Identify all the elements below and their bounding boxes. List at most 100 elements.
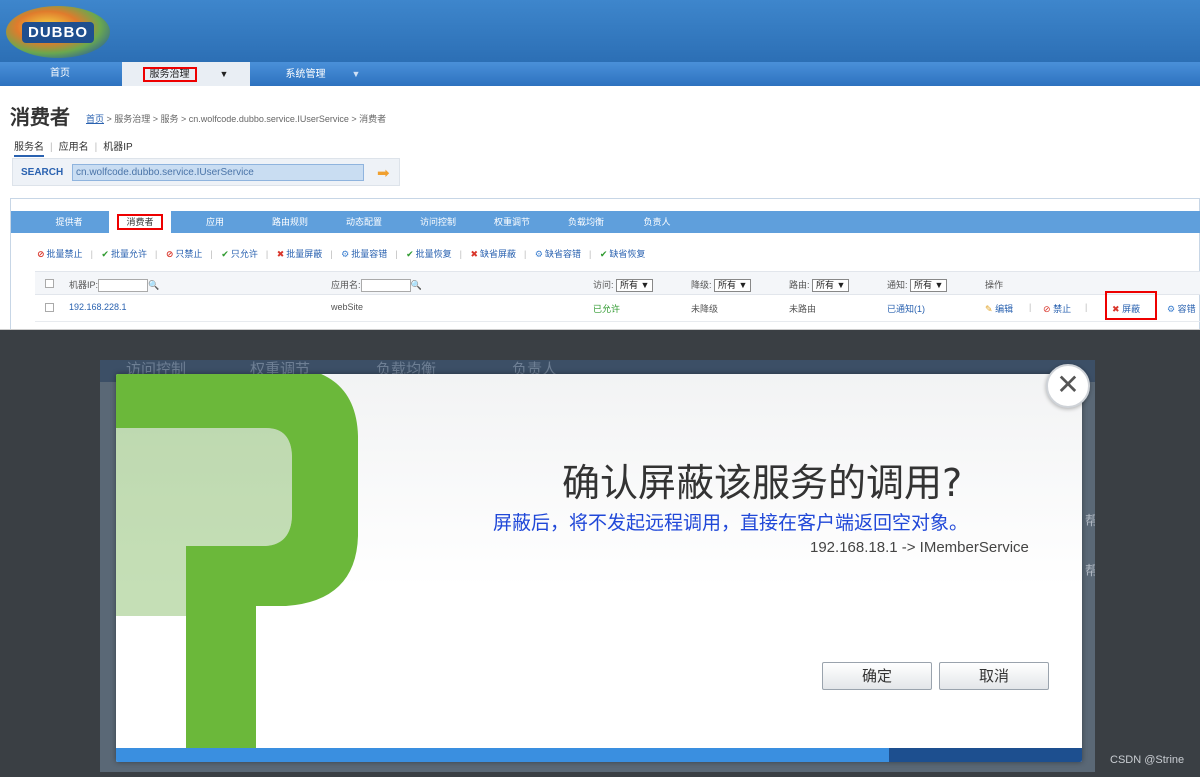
search-icon[interactable]: 🔍 [148,280,159,290]
gear-icon: ⚙ [1167,304,1176,314]
tab-owner[interactable]: 负责人 [629,211,685,233]
access-filter: 访问: 所有 ▼ [593,278,654,293]
check-icon: ✔ [599,249,608,259]
default-block-button[interactable]: ✖ 缺省屏蔽 [470,247,516,260]
batch-block-button[interactable]: ✖ 批量屏蔽 [277,247,323,260]
degrade-select[interactable]: 所有 ▼ [714,279,752,293]
search-type-tabs: 服务名 | 应用名 | 机器IP [14,138,133,157]
check-icon: ✔ [101,249,109,259]
search-bar: SEARCH ➡ [12,158,400,186]
search-label: SEARCH [21,167,64,178]
table-row: 192.168.228.1 webSite 已允许 未降级 未路由 已通知(1)… [35,291,1200,322]
row-degrade-status: 未降级 [691,304,719,314]
chevron-down-icon: ▼ [219,69,229,79]
batch-actions: ⊘ 批量禁止 | ✔ 批量允许 | ⊘ 只禁止 | ✔ 只允许 | ✖ 批量屏蔽 | ⚙ 批量容错 | … [37,247,646,260]
nav-service-governance-label: 服务治理 [142,67,197,82]
nav-home[interactable]: 首页 [0,62,120,86]
breadcrumb-path: > 服务治理 > 服务 > cn.wolfcode.dubbo.service.… [104,114,387,124]
arrow-right-icon[interactable]: ➡ [377,164,390,182]
route-select[interactable]: 所有 ▼ [812,279,850,293]
nav-service-governance[interactable]: 服务治理 ▼ [122,62,250,86]
confirm-dialog-screenshot: 访问控制 权重调节 负载均衡 负责人 帮 帮 确认屏蔽该服务的调用? 屏蔽后，将… [100,360,1095,772]
tab-routing-rules[interactable]: 路由规则 [259,211,321,233]
table-header: 机器IP: 🔍 应用名: 🔍 访问: 所有 ▼ 降级: 所有 ▼ 路由: 所有 ▼ … [35,271,1200,295]
row-route-status: 未路由 [789,304,817,314]
confirm-dialog: 确认屏蔽该服务的调用? 屏蔽后，将不发起远程调用，直接在客户端返回空对象。 19… [116,374,1082,762]
only-ban-button[interactable]: ⊘ 只禁止 [166,247,203,260]
block-icon: ✖ [276,249,285,259]
row-notify-link[interactable]: 已通知(1) [887,302,925,315]
ban-icon: ⊘ [1043,304,1051,314]
dubbo-logo: DUBBO [6,6,110,58]
tab-providers[interactable]: 提供者 [39,211,99,233]
row-ban-button[interactable]: ⊘ 禁止 [1043,302,1071,315]
gear-icon: ⚙ [341,249,350,259]
row-app: webSite [331,302,364,312]
tab-consumers[interactable]: 消费者 [109,211,171,233]
gear-icon: ⚙ [534,249,543,259]
notify-select[interactable]: 所有 ▼ [910,279,948,293]
batch-fault-tolerance-button[interactable]: ⚙ 批量容错 [341,247,387,260]
check-icon: ✔ [406,249,414,259]
header-band: DUBBO [0,0,1200,62]
row-checkbox[interactable] [45,302,54,313]
dialog-title: 确认屏蔽该服务的调用? [562,461,963,505]
route-filter: 路由: 所有 ▼ [789,278,850,293]
only-allow-button[interactable]: ✔ 只允许 [221,247,258,260]
tab-consumers-label: 消费者 [117,214,163,230]
nav-system-management[interactable]: 系统管理 ▼ [258,62,388,86]
select-all-checkbox[interactable] [45,278,54,289]
service-tabs: 提供者 消费者 应用 路由规则 动态配置 访问控制 权重调节 负载均衡 负责人 [11,211,1200,233]
batch-ban-button[interactable]: ⊘ 批量禁止 [37,247,83,260]
tab-applications[interactable]: 应用 [187,211,243,233]
chevron-down-icon: ▼ [351,69,361,79]
ip-filter-input[interactable] [98,279,149,293]
page-title: 消费者 [10,107,70,129]
access-select[interactable]: 所有 ▼ [616,279,654,293]
row-edit-button[interactable]: ✎ 编辑 [985,302,1013,315]
ops-header: 操作 [985,280,1004,290]
tab-dynamic-config[interactable]: 动态配置 [333,211,395,233]
question-mark-icon [116,374,358,762]
dialog-bottom-bar [116,748,1082,762]
pencil-icon: ✎ [985,304,993,314]
background-glyph: 帮 [1085,563,1095,578]
row-block-button[interactable]: ✖ 屏蔽 [1112,302,1140,315]
subtab-service-name[interactable]: 服务名 [14,142,44,157]
default-recover-button[interactable]: ✔ 缺省恢复 [600,247,646,260]
dialog-detail: 192.168.18.1 -> IMemberService [810,539,1029,556]
block-icon: ✖ [470,249,479,259]
search-input[interactable] [72,164,364,181]
close-icon[interactable]: ✕ [1046,364,1090,408]
search-icon[interactable]: 🔍 [411,280,422,290]
dubbo-admin-screenshot: DUBBO 首页 服务治理 ▼ 系统管理 ▼ 消费者 首页 > 服务治理 > 服务 … [0,0,1200,330]
background-glyph: 帮 [1085,513,1095,528]
cancel-button[interactable]: 取消 [939,662,1049,690]
ip-filter: 机器IP: 🔍 [69,278,159,293]
tab-weight[interactable]: 权重调节 [481,211,543,233]
block-icon: ✖ [1112,304,1120,314]
notify-filter: 通知: 所有 ▼ [887,278,948,293]
batch-allow-button[interactable]: ✔ 批量允许 [101,247,147,260]
degrade-filter: 降级: 所有 ▼ [691,278,752,293]
app-filter: 应用名: 🔍 [331,278,422,293]
subtab-app-name[interactable]: 应用名 [59,142,89,153]
batch-recover-button[interactable]: ✔ 批量恢复 [406,247,452,260]
tab-load-balance[interactable]: 负载均衡 [555,211,617,233]
main-nav: 首页 服务治理 ▼ 系统管理 ▼ [0,62,1200,86]
ban-icon: ⊘ [37,249,45,259]
dialog-subtitle: 屏蔽后，将不发起远程调用，直接在客户端返回空对象。 [493,512,969,534]
breadcrumb-home-link[interactable]: 首页 [86,114,104,124]
consumer-panel: 提供者 消费者 应用 路由规则 动态配置 访问控制 权重调节 负载均衡 负责人 … [10,198,1200,329]
app-filter-input[interactable] [360,279,411,293]
row-fault-tolerance-button[interactable]: ⚙ 容错 [1167,302,1196,315]
row-ip-link[interactable]: 192.168.228.1 [69,302,127,312]
subtab-machine-ip[interactable]: 机器IP [103,142,132,153]
tab-access-control[interactable]: 访问控制 [407,211,469,233]
check-icon: ✔ [221,249,229,259]
breadcrumb: 首页 > 服务治理 > 服务 > cn.wolfcode.dubbo.servi… [86,112,386,125]
nav-system-management-label: 系统管理 [285,69,326,80]
confirm-button[interactable]: 确定 [822,662,932,690]
default-fault-tolerance-button[interactable]: ⚙ 缺省容错 [535,247,581,260]
row-access-status: 已允许 [593,304,621,314]
